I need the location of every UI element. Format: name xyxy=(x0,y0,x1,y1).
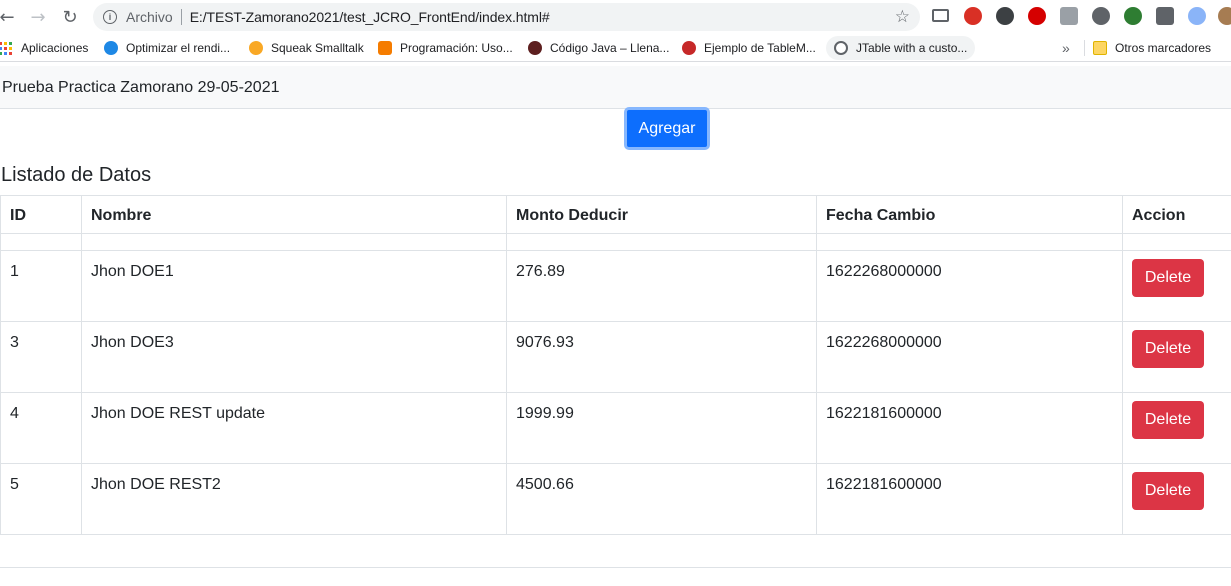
cell-fecha: 1622268000000 xyxy=(816,321,1123,393)
cell-accion: Delete xyxy=(1122,321,1231,393)
address-separator xyxy=(180,9,182,25)
table-row: 1 Jhon DOE1 276.89 1622268000000 Delete xyxy=(0,250,1231,322)
edge-icon xyxy=(104,41,118,55)
browser-toolbar: ← → ↻ i Archivo E:/TEST-Zamorano2021/tes… xyxy=(0,0,1231,34)
extension-e-icon[interactable] xyxy=(996,7,1014,25)
cell-nombre: Jhon DOE REST update xyxy=(81,392,507,464)
delete-button[interactable]: Delete xyxy=(1132,259,1204,297)
folder-icon xyxy=(1093,41,1107,55)
profile-avatar[interactable] xyxy=(1218,7,1231,25)
table-row: 5 Jhon DOE REST2 4500.66 1622181600000 D… xyxy=(0,463,1231,535)
cell-fecha: 1622181600000 xyxy=(816,392,1123,464)
cell-fecha: 1622268000000 xyxy=(816,250,1123,322)
bookmark-otros[interactable]: Otros marcadores xyxy=(1093,39,1211,57)
bookmark-label: Otros marcadores xyxy=(1115,41,1212,55)
java-site-icon xyxy=(528,41,542,55)
url-text[interactable]: E:/TEST-Zamorano2021/test_JCRO_FrontEnd/… xyxy=(190,9,550,25)
circle-extension-icon[interactable] xyxy=(1092,7,1110,25)
bookmark-star-icon[interactable]: ☆ xyxy=(895,7,910,27)
data-table: ID Nombre Monto Deducir Fecha Cambio Acc… xyxy=(0,195,1231,535)
header-nombre: Nombre xyxy=(81,195,507,234)
bookmarks-bar: Aplicaciones Optimizar el rendi... Squea… xyxy=(0,34,1231,62)
bookmark-label: Aplicaciones xyxy=(21,41,89,55)
bookmark-label: Squeak Smalltalk xyxy=(271,41,364,55)
cell-accion: Delete xyxy=(1122,392,1231,464)
bookmark-tablem[interactable]: Ejemplo de TableM... xyxy=(682,39,816,57)
table-row: 4 Jhon DOE REST update 1999.99 162218160… xyxy=(0,392,1231,464)
empty-cell xyxy=(816,233,1123,251)
apps-grid-icon xyxy=(0,41,12,55)
cell-nombre: Jhon DOE REST2 xyxy=(81,463,507,535)
navbar: Prueba Practica Zamorano 29-05-2021 xyxy=(0,66,1231,109)
header-accion: Accion xyxy=(1122,195,1231,234)
squeak-icon xyxy=(249,41,263,55)
blogger-icon xyxy=(378,41,392,55)
delete-button[interactable]: Delete xyxy=(1132,472,1204,510)
cell-monto: 1999.99 xyxy=(506,392,817,464)
bookmark-programacion[interactable]: Programación: Uso... xyxy=(378,39,513,57)
globe-extension-icon[interactable] xyxy=(1124,7,1142,25)
cell-nombre: Jhon DOE1 xyxy=(81,250,507,322)
table-row: 3 Jhon DOE3 9076.93 1622268000000 Delete xyxy=(0,321,1231,393)
header-monto: Monto Deducir xyxy=(506,195,817,234)
navbar-brand[interactable]: Prueba Practica Zamorano 29-05-2021 xyxy=(2,79,280,97)
cell-id: 3 xyxy=(0,321,82,393)
adblock-icon[interactable] xyxy=(964,7,982,25)
bookmark-label: Ejemplo de TableM... xyxy=(704,41,816,55)
address-bar[interactable]: i Archivo E:/TEST-Zamorano2021/test_JCRO… xyxy=(93,3,920,31)
reload-icon[interactable]: ↻ xyxy=(58,5,82,29)
bookmark-squeak[interactable]: Squeak Smalltalk xyxy=(249,39,364,57)
globe-icon xyxy=(834,41,848,55)
scheme-label: Archivo xyxy=(126,9,173,25)
cell-id: 1 xyxy=(0,250,82,322)
bookmark-divider xyxy=(1084,40,1085,56)
cell-monto: 9076.93 xyxy=(506,321,817,393)
delete-button[interactable]: Delete xyxy=(1132,401,1204,439)
delete-button[interactable]: Delete xyxy=(1132,330,1204,368)
bookmark-label: Optimizar el rendi... xyxy=(126,41,231,55)
table-header-row: ID Nombre Monto Deducir Fecha Cambio Acc… xyxy=(0,195,1231,234)
bookmark-label: Código Java – Llena... xyxy=(550,41,670,55)
page-content: Prueba Practica Zamorano 29-05-2021 Agre… xyxy=(0,66,1231,586)
reader-icon[interactable] xyxy=(932,9,949,22)
cell-accion: Delete xyxy=(1122,463,1231,535)
empty-row xyxy=(0,233,1231,251)
header-fecha: Fecha Cambio xyxy=(816,195,1123,234)
sync-icon[interactable] xyxy=(1188,7,1206,25)
header-id: ID xyxy=(0,195,82,234)
cube-extension-icon[interactable] xyxy=(1060,7,1078,25)
tablem-site-icon xyxy=(682,41,696,55)
forward-arrow-icon[interactable]: → xyxy=(26,5,50,29)
cell-accion: Delete xyxy=(1122,250,1231,322)
list-title: Listado de Datos xyxy=(1,164,152,186)
empty-cell xyxy=(81,233,507,251)
cell-id: 4 xyxy=(0,392,82,464)
cell-monto: 4500.66 xyxy=(506,463,817,535)
more-bookmarks-chevron-icon[interactable]: » xyxy=(1062,39,1070,57)
cell-nombre: Jhon DOE3 xyxy=(81,321,507,393)
cell-id: 5 xyxy=(0,463,82,535)
back-arrow-icon[interactable]: ← xyxy=(0,5,19,29)
bookmark-codigo-java[interactable]: Código Java – Llena... xyxy=(528,39,669,57)
add-button[interactable]: Agregar xyxy=(624,107,710,150)
empty-cell xyxy=(1122,233,1231,251)
mega-icon[interactable] xyxy=(1028,7,1046,25)
puzzle-icon[interactable] xyxy=(1156,7,1174,25)
empty-cell xyxy=(0,233,82,251)
empty-cell xyxy=(506,233,817,251)
info-icon[interactable]: i xyxy=(103,10,117,24)
bottom-divider xyxy=(0,567,1231,568)
bookmark-apps[interactable]: Aplicaciones xyxy=(0,39,88,57)
cell-fecha: 1622181600000 xyxy=(816,463,1123,535)
bookmark-label: JTable with a custo... xyxy=(856,41,968,55)
bookmark-optimizar[interactable]: Optimizar el rendi... xyxy=(104,39,230,57)
bookmark-jtable[interactable]: JTable with a custo... xyxy=(826,36,976,60)
bookmark-label: Programación: Uso... xyxy=(400,41,513,55)
cell-monto: 276.89 xyxy=(506,250,817,322)
